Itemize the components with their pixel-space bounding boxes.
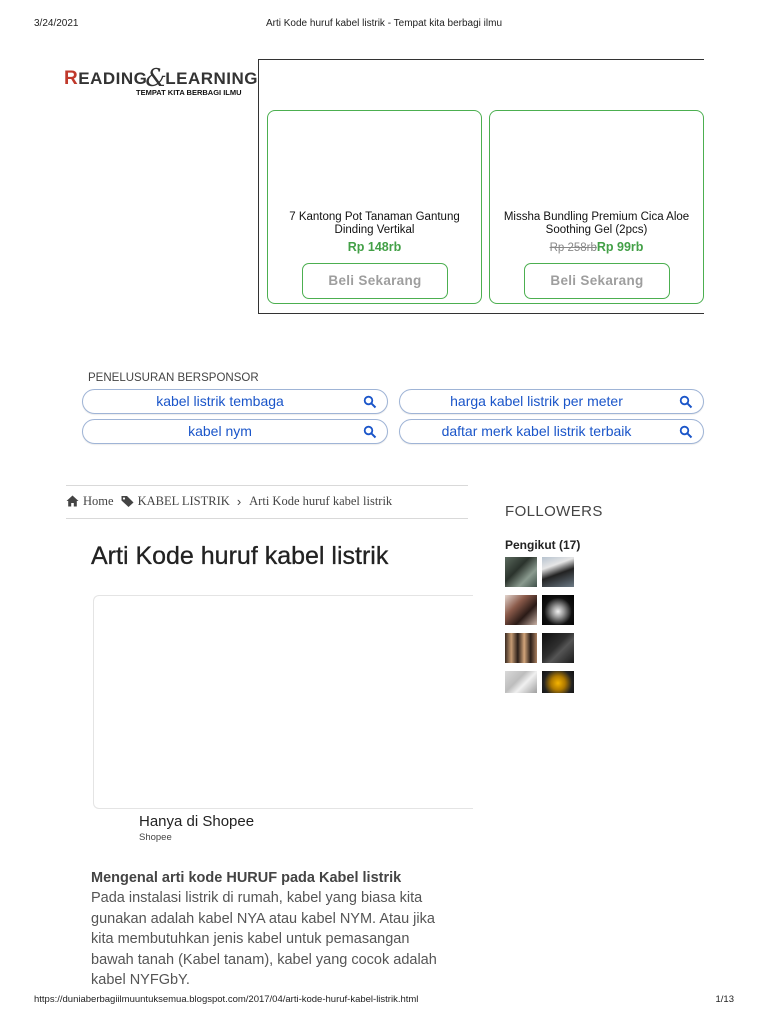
product-card[interactable]: 7 Kantong Pot Tanaman Gantung Dinding Ve…	[267, 110, 482, 304]
product-price-row: Rp 258rbRp 99rb	[490, 240, 703, 254]
tag-icon	[121, 496, 134, 507]
breadcrumb-current: Arti Kode huruf kabel listrik	[249, 493, 393, 508]
followers-heading: FOLLOWERS	[505, 503, 603, 520]
sponsored-search-text: kabel listrik tembaga	[156, 393, 284, 409]
home-icon	[66, 495, 79, 507]
follower-avatar[interactable]	[505, 671, 537, 693]
video-source: Shopee	[139, 832, 172, 843]
chevron-right-icon: ›	[236, 493, 242, 509]
search-icon	[363, 425, 377, 439]
sponsored-search-link[interactable]: kabel nym	[82, 419, 388, 444]
buy-now-button[interactable]: Beli Sekarang	[524, 263, 670, 299]
sponsored-search-text: harga kabel listrik per meter	[450, 393, 623, 409]
post-title: Arti Kode huruf kabel listrik	[91, 542, 389, 570]
follower-avatar[interactable]	[542, 595, 574, 625]
article-lead: Mengenal arti kode HURUF pada Kabel list…	[91, 870, 402, 886]
breadcrumb-divider-bottom	[66, 518, 468, 519]
follower-avatar[interactable]	[505, 595, 537, 625]
search-icon	[363, 395, 377, 409]
product-name: 7 Kantong Pot Tanaman Gantung Dinding Ve…	[289, 211, 460, 236]
sponsored-search-label: PENELUSURAN BERSPONSOR	[88, 372, 259, 384]
product-price-row: Rp 148rb	[268, 240, 481, 254]
breadcrumb: Home KABEL LISTRIK › Arti Kode huruf kab…	[66, 493, 392, 509]
print-page-number: 1/13	[715, 994, 735, 1005]
breadcrumb-category-link[interactable]: KABEL LISTRIK	[138, 494, 230, 509]
breadcrumb-divider-top	[66, 485, 468, 486]
search-icon	[679, 425, 693, 439]
product-price: Rp 148rb	[347, 240, 402, 254]
product-price: Rp 99rb	[596, 240, 644, 254]
logo-wordmark: READING&LEARNING	[64, 64, 259, 92]
article-body: Mengenal arti kode HURUF pada Kabel list…	[91, 868, 451, 991]
print-footer: https://duniaberbagiilmuuntuksemua.blogs…	[0, 994, 768, 1008]
followers-count[interactable]: Pengikut (17)	[505, 538, 580, 552]
product-name: Missha Bundling Premium Cica Aloe Soothi…	[503, 211, 690, 236]
breadcrumb-home-link[interactable]: Home	[83, 494, 114, 509]
sponsored-search-link[interactable]: kabel listrik tembaga	[82, 389, 388, 414]
sponsored-search-text: kabel nym	[188, 423, 252, 439]
product-old-price: Rp 258rb	[549, 242, 597, 254]
sponsored-search-link[interactable]: harga kabel listrik per meter	[399, 389, 704, 414]
print-url: https://duniaberbagiilmuuntuksemua.blogs…	[34, 994, 419, 1005]
follower-avatar[interactable]	[505, 557, 537, 587]
product-card[interactable]: Missha Bundling Premium Cica Aloe Soothi…	[489, 110, 704, 304]
video-ad-embed[interactable]	[93, 595, 473, 809]
buy-now-button[interactable]: Beli Sekarang	[302, 263, 448, 299]
sponsored-search-text: daftar merk kabel listrik terbaik	[441, 423, 632, 439]
follower-avatar[interactable]	[542, 557, 574, 587]
print-header: 3/24/2021 Arti Kode huruf kabel listrik …	[0, 18, 768, 32]
print-doc-title: Arti Kode huruf kabel listrik - Tempat k…	[265, 18, 503, 29]
site-logo[interactable]: READING&LEARNING TEMPAT KITA BERBAGI ILM…	[64, 62, 259, 97]
follower-avatar[interactable]	[505, 633, 537, 663]
follower-avatar[interactable]	[542, 671, 574, 693]
follower-avatar[interactable]	[542, 633, 574, 663]
product-ad-frame: 7 Kantong Pot Tanaman Gantung Dinding Ve…	[258, 59, 704, 314]
video-caption[interactable]: Hanya di Shopee	[139, 813, 254, 830]
search-icon	[679, 395, 693, 409]
article-paragraph: Pada instalasi listrik di rumah, kabel y…	[91, 890, 437, 988]
sponsored-search-link[interactable]: daftar merk kabel listrik terbaik	[399, 419, 704, 444]
